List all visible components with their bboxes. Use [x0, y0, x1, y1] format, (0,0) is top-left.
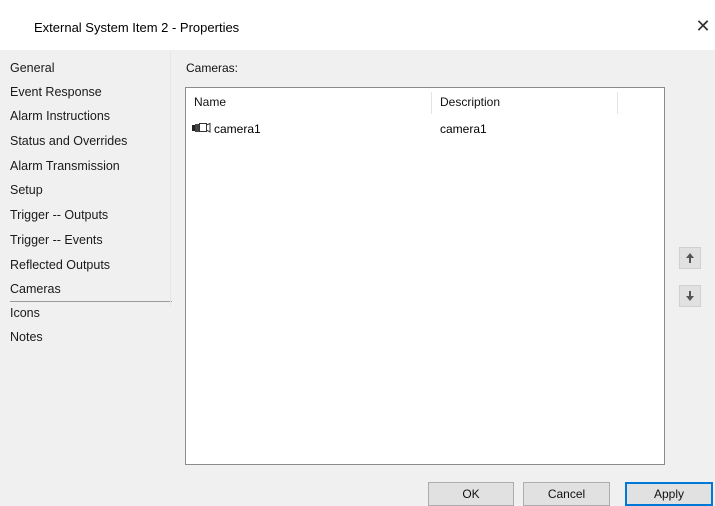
column-divider[interactable]	[431, 92, 432, 114]
sidebar-item-trigger-events[interactable]: Trigger -- Events	[10, 228, 103, 252]
sidebar-nav: General Event Response Alarm Instruction…	[0, 50, 172, 506]
sidebar-item-status-and-overrides[interactable]: Status and Overrides	[10, 129, 127, 153]
table-row[interactable]: camera1 camera1	[187, 118, 663, 138]
sidebar-item-alarm-instructions[interactable]: Alarm Instructions	[10, 104, 110, 128]
close-button[interactable]: ✕	[691, 14, 715, 38]
sidebar-item-cameras[interactable]: Cameras	[10, 277, 172, 302]
sidebar-item-reflected-outputs[interactable]: Reflected Outputs	[10, 253, 110, 277]
sidebar-item-alarm-transmission[interactable]: Alarm Transmission	[10, 154, 120, 178]
ok-button[interactable]: OK	[428, 482, 514, 506]
camera-name-cell: camera1	[214, 122, 261, 136]
camera-description-cell: camera1	[440, 122, 487, 136]
window-title: External System Item 2 - Properties	[34, 20, 240, 35]
sidebar-item-notes[interactable]: Notes	[10, 325, 43, 349]
sidebar-divider	[170, 50, 171, 306]
move-up-button[interactable]	[679, 247, 701, 269]
title-bar: External System Item 2 - Properties ✕	[0, 0, 715, 50]
sidebar-item-general[interactable]: General	[10, 56, 54, 80]
move-down-button[interactable]	[679, 285, 701, 307]
column-header-description[interactable]: Description	[440, 92, 500, 112]
cameras-list[interactable]: Name Description camera1 camera1	[185, 87, 665, 465]
camera-icon	[191, 121, 211, 135]
sidebar-item-icons[interactable]: Icons	[10, 301, 40, 325]
cancel-button[interactable]: Cancel	[523, 482, 610, 506]
sidebar-item-trigger-outputs[interactable]: Trigger -- Outputs	[10, 203, 108, 227]
column-header-name[interactable]: Name	[194, 92, 226, 112]
column-divider[interactable]	[617, 92, 618, 114]
sidebar-item-event-response[interactable]: Event Response	[10, 80, 102, 104]
sidebar-item-setup[interactable]: Setup	[10, 178, 43, 202]
cameras-section-label: Cameras:	[186, 61, 239, 75]
apply-button[interactable]: Apply	[625, 482, 713, 506]
